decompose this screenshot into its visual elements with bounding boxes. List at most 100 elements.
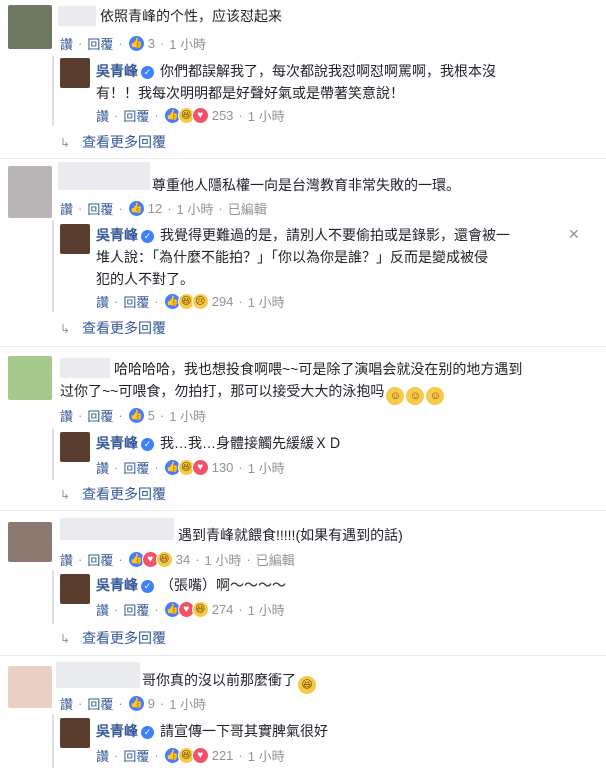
reactions[interactable]: 👍 [127,407,145,424]
reply-actions: 讚 · 回覆 · 👍 😆 ♥ 221 · 1 小時 [96,746,285,765]
replier-name[interactable]: 吳青峰 [96,63,138,79]
like-icon: 👍 [127,407,145,424]
reply-button[interactable]: 回覆 [123,106,149,125]
reactions[interactable]: 👍 ♥ 😆 [127,551,173,568]
replier-avatar[interactable] [60,224,90,254]
reply-thread-line [52,220,54,312]
commenter-avatar[interactable] [8,5,52,49]
like-icon: 👍 [127,35,145,52]
reactions[interactable]: 👍 [127,200,145,217]
commenter-avatar[interactable] [8,522,52,562]
like-button[interactable]: 讚 [60,199,73,218]
reactions[interactable]: 👍 😆 😢 [163,293,209,310]
reply-text: 吳青峰 ✓ 請宣傳一下哥其實脾氣很好 [96,723,328,739]
reactions[interactable]: 👍 😆 ♥ [163,747,209,764]
reply-thread-line [52,428,54,480]
sad-icon: 😢 [191,293,209,310]
like-button[interactable]: 讚 [96,600,109,619]
timestamp[interactable]: 1 小時 [248,106,285,125]
close-icon[interactable]: ✕ [568,226,580,243]
reply-button[interactable]: 回覆 [123,600,149,619]
like-icon: 👍 [127,200,145,217]
verified-badge-icon: ✓ [141,438,154,451]
timestamp[interactable]: 1 小時 [205,550,242,569]
divider [0,655,606,656]
replier-avatar[interactable] [60,574,90,604]
comment-text: 哥你真的沒以前那麼衝了 😆 [142,669,316,694]
reply-button[interactable]: 回覆 [87,406,113,425]
reply-text: 吳青峰 ✓ 你們都誤解我了，每次都說我怼啊怼啊罵啊，我根本沒 有！！我每次明明都是好… [96,63,496,101]
angel-emoji-icon: ☺ [426,387,445,405]
redacted-username [58,162,150,190]
reaction-count: 12 [147,201,163,216]
view-more-replies-link[interactable]: ↳ 查看更多回覆 [60,628,166,648]
replier-name[interactable]: 吳青峰 [96,723,138,739]
replier-avatar[interactable] [60,432,90,462]
reply-text: 吳青峰 ✓ （張嘴）啊～～～～ [96,577,286,593]
reply-arrow-icon: ↳ [60,632,71,646]
timestamp[interactable]: 1 小時 [248,600,285,619]
reply-button[interactable]: 回覆 [87,199,113,218]
verified-badge-icon: ✓ [141,726,154,739]
love-icon: ♥ [191,747,209,764]
reply-arrow-icon: ↳ [60,322,71,336]
like-button[interactable]: 讚 [60,34,73,53]
comment-text: 遇到青峰就餵食!!!!!(如果有遇到的話) [178,527,403,543]
timestamp[interactable]: 1 小時 [248,292,285,311]
like-button[interactable]: 讚 [96,292,109,311]
timestamp[interactable]: 1 小時 [177,199,214,218]
timestamp[interactable]: 1 小時 [248,458,285,477]
comment-actions: 讚 · 回覆 · 👍 9 · 1 小時 [60,694,207,713]
reaction-count: 130 [211,460,234,475]
commenter-avatar[interactable] [8,166,52,218]
replier-name[interactable]: 吳青峰 [96,435,138,451]
reactions[interactable]: 👍 [127,35,145,52]
like-button[interactable]: 讚 [96,458,109,477]
view-more-replies-link[interactable]: ↳ 查看更多回覆 [60,484,166,504]
comment-actions: 讚 · 回覆 · 👍 12 · 1 小時 · 已編輯 [60,199,267,218]
edited-label[interactable]: 已編輯 [228,199,267,218]
reply-button[interactable]: 回覆 [123,746,149,765]
commenter-avatar[interactable] [8,356,52,400]
replier-avatar[interactable] [60,718,90,748]
reaction-count: 3 [147,36,155,51]
redacted-username [58,6,96,26]
reply-button[interactable]: 回覆 [87,694,113,713]
reaction-count: 274 [211,602,234,617]
commenter-avatar[interactable] [8,666,52,708]
timestamp[interactable]: 1 小時 [169,406,206,425]
replier-avatar[interactable] [60,58,90,88]
edited-label[interactable]: 已編輯 [256,550,295,569]
redacted-username [60,518,174,540]
reaction-count: 34 [175,552,191,567]
like-button[interactable]: 讚 [60,406,73,425]
timestamp[interactable]: 1 小時 [248,746,285,765]
reply-thread-line [52,714,54,768]
view-more-replies-link[interactable]: ↳ 查看更多回覆 [60,318,166,338]
reactions[interactable]: 👍 😆 ♥ [163,459,209,476]
reply-button[interactable]: 回覆 [123,292,149,311]
redacted-username [56,662,140,688]
like-icon: 👍 [127,695,145,712]
view-more-replies-link[interactable]: ↳ 查看更多回覆 [60,132,166,152]
reactions[interactable]: 👍 [127,695,145,712]
like-button[interactable]: 讚 [96,106,109,125]
reply-button[interactable]: 回覆 [123,458,149,477]
like-button[interactable]: 讚 [60,694,73,713]
reply-button[interactable]: 回覆 [87,34,113,53]
reactions[interactable]: 👍 😆 ♥ [163,107,209,124]
replier-name[interactable]: 吳青峰 [96,227,138,243]
like-button[interactable]: 讚 [60,550,73,569]
reaction-count: 294 [211,294,234,309]
replier-name[interactable]: 吳青峰 [96,577,138,593]
grin-emoji-icon: 😆 [298,676,316,694]
timestamp[interactable]: 1 小時 [169,694,206,713]
timestamp[interactable]: 1 小時 [169,34,206,53]
reply-arrow-icon: ↳ [60,136,71,150]
reply-button[interactable]: 回覆 [87,550,113,569]
like-button[interactable]: 讚 [96,746,109,765]
reply-actions: 讚 · 回覆 · 👍 ♥ 😆 274 · 1 小時 [96,600,285,619]
reply-thread-line [52,570,54,624]
reply-actions: 讚 · 回覆 · 👍 😆 ♥ 130 · 1 小時 [96,458,285,477]
reactions[interactable]: 👍 ♥ 😆 [163,601,209,618]
